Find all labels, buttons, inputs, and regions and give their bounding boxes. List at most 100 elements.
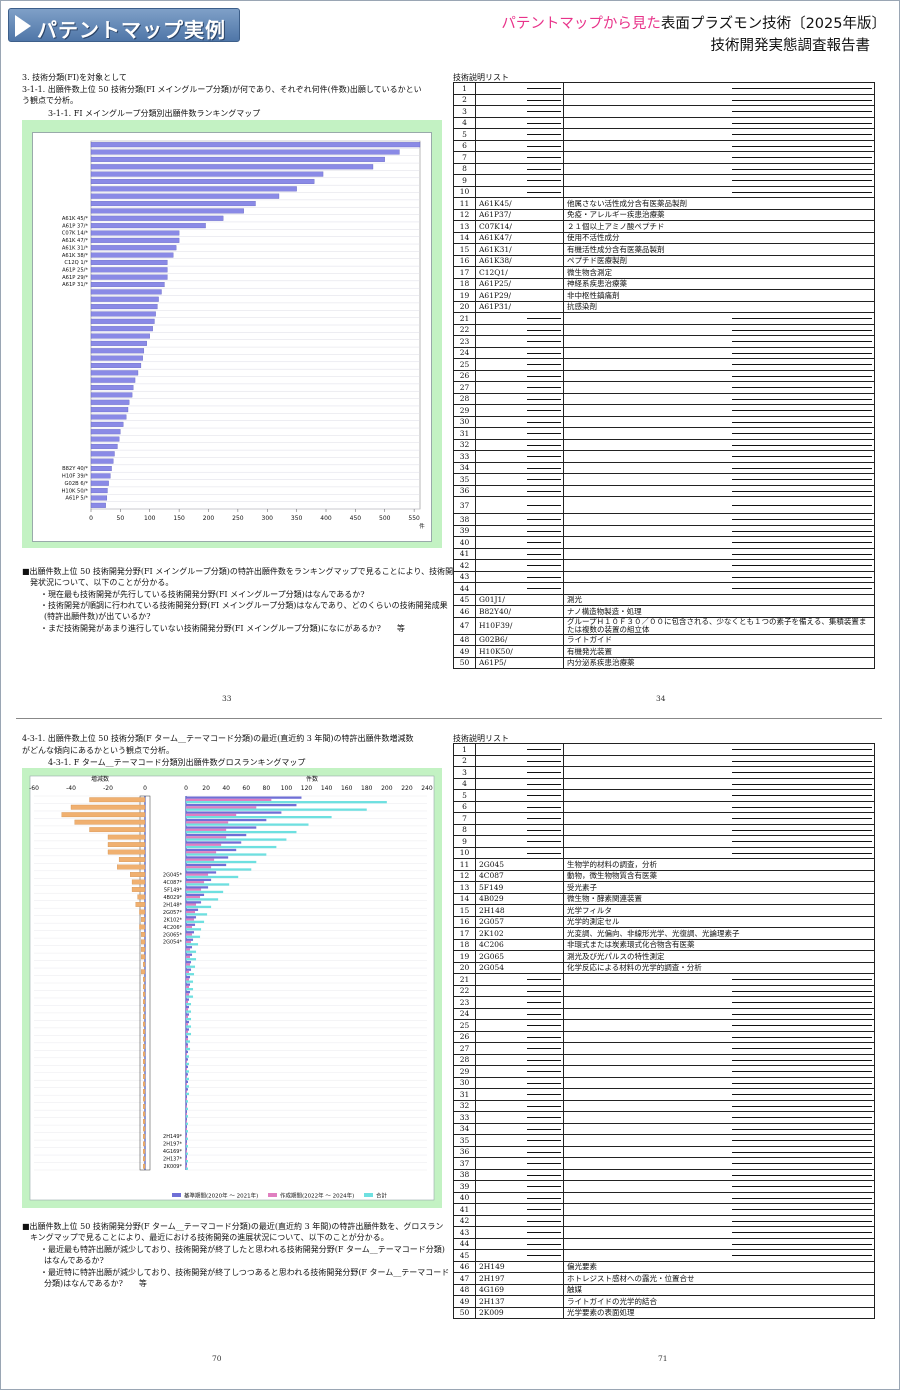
description-cell bbox=[563, 1042, 875, 1055]
description-cell bbox=[563, 473, 875, 486]
description-cell: ペプチド医療製剤 bbox=[563, 254, 875, 267]
description-cell bbox=[563, 323, 875, 336]
row-number: 24 bbox=[453, 1007, 476, 1020]
redaction-line bbox=[527, 565, 561, 567]
bar-total-16 bbox=[186, 913, 208, 916]
row-number: 48 bbox=[453, 633, 476, 646]
description-cell bbox=[563, 996, 875, 1009]
row-number: 14 bbox=[453, 892, 476, 905]
redaction-line bbox=[732, 490, 872, 492]
bar-diff-23 bbox=[143, 961, 146, 967]
bar-recent-44 bbox=[186, 1120, 188, 1123]
row-number: 30 bbox=[453, 1076, 476, 1089]
bar-total-50 bbox=[186, 1167, 189, 1170]
description-cell: グループＨ１０Ｆ３０／００に包含される、少なくとも１つの素子を備える、集積装置ま… bbox=[563, 616, 875, 635]
class-code-cell: H10K50/ bbox=[475, 645, 564, 658]
bar-total-3 bbox=[186, 815, 332, 819]
description-cell bbox=[563, 1168, 875, 1181]
bottom-note-4: はなんであるか? bbox=[44, 1256, 104, 1265]
row-number: 33 bbox=[453, 1111, 476, 1124]
redaction-line bbox=[527, 168, 561, 170]
description-cell bbox=[563, 381, 875, 394]
table-row: 8 bbox=[453, 823, 875, 836]
description-cell: 偏光要素 bbox=[563, 1260, 875, 1273]
table-row: 49 H10K50/有機発光装置 bbox=[453, 645, 875, 658]
bar-recent-1 bbox=[186, 798, 272, 802]
class-code-cell: 2H137 bbox=[475, 1295, 564, 1308]
bar-base-16 bbox=[186, 908, 199, 911]
redaction-line bbox=[527, 1013, 561, 1015]
class-code-cell bbox=[475, 1099, 564, 1112]
bar-base-24 bbox=[186, 968, 192, 971]
description-cell bbox=[563, 1088, 875, 1101]
description-cell bbox=[563, 1019, 875, 1032]
redaction-line bbox=[732, 783, 872, 785]
table-row: 20 2G054 化学反応による材料の光学的調査・分析 bbox=[453, 961, 875, 974]
bar-total-11 bbox=[186, 875, 239, 879]
category-label: C07K 14/* bbox=[62, 231, 89, 237]
class-code-cell: 2G065 bbox=[475, 950, 564, 963]
description-cell: 神経系疾患治療薬 bbox=[563, 277, 875, 290]
x-tick-label: 400 bbox=[320, 515, 332, 522]
class-code-cell bbox=[475, 312, 564, 325]
top-heading-2: 3-1-1. 出願件数上位 50 技術分類(FI メイングループ分類)が何であり… bbox=[22, 85, 422, 94]
bar-total-19 bbox=[186, 935, 201, 938]
class-code-cell bbox=[475, 116, 564, 129]
row-number: 24 bbox=[453, 346, 476, 359]
redaction-line bbox=[732, 421, 872, 423]
description-cell bbox=[563, 1111, 875, 1124]
bottom-chart-panel: 増減数 件数 -60 -40 -20 0 0 20 40 60 80 100 120 140 160 180 2… bbox=[22, 768, 442, 1208]
bottom-note-6: 分類)はなんであるか? 等 bbox=[44, 1279, 147, 1288]
class-code-cell: B82Y40/ bbox=[475, 605, 564, 618]
redaction-line bbox=[732, 398, 872, 400]
redaction-line bbox=[527, 505, 561, 506]
bar-13 bbox=[90, 230, 180, 236]
redaction-line bbox=[527, 1174, 561, 1176]
class-code-cell: A61K31/ bbox=[475, 243, 564, 256]
class-code-cell bbox=[475, 1157, 564, 1170]
table-row: 20 A61P31/抗感染剤 bbox=[453, 300, 875, 313]
class-code-cell: C07K14/ bbox=[475, 220, 564, 233]
bar-diff-18 bbox=[139, 924, 146, 930]
redaction-line bbox=[527, 829, 561, 831]
class-code-cell: 2H197 bbox=[475, 1272, 564, 1285]
class-code-cell bbox=[475, 1168, 564, 1181]
bar-diff-39 bbox=[143, 1081, 146, 1087]
bar-total-24 bbox=[186, 973, 195, 976]
class-code-cell: 2G057 bbox=[475, 915, 564, 928]
bar-base-32 bbox=[186, 1028, 190, 1031]
class-code-cell: A61P25/ bbox=[475, 277, 564, 290]
table-row: 12 A61P37/免疫・アレルギー疾患治療薬 bbox=[453, 208, 875, 221]
class-code-cell: 2H148 bbox=[475, 904, 564, 917]
bar-base-17 bbox=[186, 916, 197, 919]
bar-total-28 bbox=[186, 1002, 192, 1006]
category-label: 4C206* bbox=[163, 925, 182, 931]
table-row: 49 2H137 ライトガイドの光学的結合 bbox=[453, 1295, 875, 1308]
bottom-heading-2: がどんな傾向にあるかという観点で分析。 bbox=[22, 746, 174, 755]
table-row: 4 bbox=[453, 777, 875, 790]
class-code-cell bbox=[475, 358, 564, 371]
description-cell bbox=[563, 1007, 875, 1020]
bar-total-4 bbox=[186, 823, 309, 826]
table-row: 39 bbox=[453, 1180, 875, 1193]
redaction-line bbox=[527, 145, 561, 147]
category-label: 2G065* bbox=[163, 932, 183, 938]
table-row: 23 bbox=[453, 996, 875, 1009]
bar-base-38 bbox=[186, 1073, 189, 1076]
table-row: 37 bbox=[453, 496, 875, 514]
bar-diff-1 bbox=[89, 797, 146, 803]
table-row: 22 bbox=[453, 323, 875, 336]
class-code-cell: A61P31/ bbox=[475, 300, 564, 313]
redaction-line bbox=[527, 99, 561, 101]
description-cell: 触媒 bbox=[563, 1283, 875, 1296]
row-number: 25 bbox=[453, 1019, 476, 1032]
redaction-line bbox=[527, 479, 561, 481]
class-code-cell: A61P5/ bbox=[475, 656, 564, 669]
bar-diff-38 bbox=[143, 1074, 146, 1079]
description-cell bbox=[563, 524, 875, 537]
row-number: 9 bbox=[453, 835, 476, 848]
class-code-cell bbox=[475, 743, 564, 756]
description-cell bbox=[563, 404, 875, 417]
bottom-chart-caption: 4-3-1. F ターム__テーマコード分類別出願件数グロスランキングマップ bbox=[48, 758, 306, 767]
class-code-cell: A61P37/ bbox=[475, 208, 564, 221]
